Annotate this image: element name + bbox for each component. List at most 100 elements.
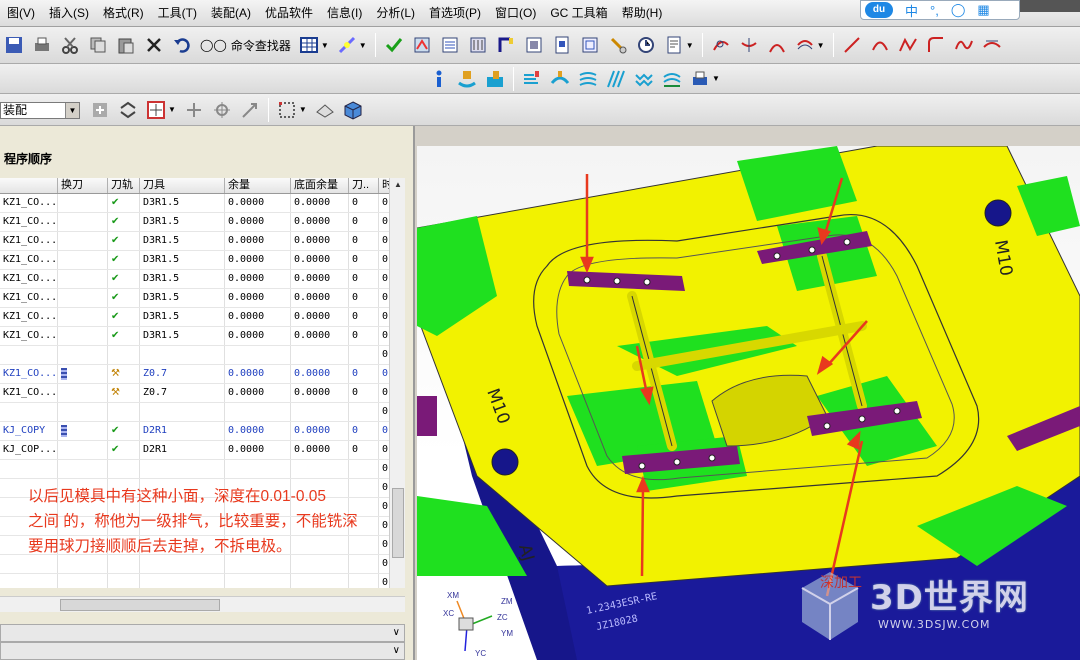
printer-icon[interactable] — [688, 67, 712, 91]
curve-on-surface-icon[interactable] — [709, 33, 733, 57]
menu-item[interactable]: GC 工具箱 — [543, 0, 614, 27]
program-view-icon[interactable] — [522, 33, 546, 57]
print-icon[interactable] — [30, 33, 54, 57]
diagonal-hatch-icon[interactable] — [604, 67, 628, 91]
chevron-down-icon[interactable]: ▼ — [168, 105, 176, 114]
column-header[interactable]: 刀轨 — [108, 178, 140, 193]
table-row[interactable]: KZ1_CO... ✔ D3R1.5 0.0000 0.0000 0 0 — [0, 194, 405, 213]
menu-item[interactable]: 插入(S) — [42, 0, 96, 27]
vector-icon[interactable] — [238, 98, 262, 122]
toolpath-list-icon[interactable] — [438, 33, 462, 57]
polyline-icon[interactable] — [896, 33, 920, 57]
column-header[interactable]: 刀具 — [140, 178, 225, 193]
menu-item[interactable]: 优品软件 — [258, 0, 320, 27]
verify-toolpath-icon[interactable] — [382, 33, 406, 57]
info-icon[interactable] — [427, 67, 451, 91]
scroll-up-icon[interactable]: ▲ — [390, 178, 406, 192]
wave-finish-icon[interactable] — [632, 67, 656, 91]
column-header[interactable]: 底面余量 — [291, 178, 349, 193]
face-milling-icon[interactable] — [455, 67, 479, 91]
isoparametric-icon[interactable] — [737, 33, 761, 57]
menu-item[interactable]: 装配(A) — [204, 0, 258, 27]
snap-icon[interactable] — [335, 33, 359, 57]
table-row[interactable]: 0 — [0, 574, 405, 588]
report-icon[interactable] — [662, 33, 686, 57]
chevron-down-icon[interactable]: ▼ — [299, 105, 307, 114]
table-row[interactable]: KZ1_CO... ✔ D3R1.5 0.0000 0.0000 0 0 — [0, 232, 405, 251]
column-header[interactable]: 余量 — [225, 178, 291, 193]
table-row[interactable]: KZ1_CO... ✔ D3R1.5 0.0000 0.0000 0 0 — [0, 251, 405, 270]
table-row[interactable]: KZ1_CO... ✔ D3R1.5 0.0000 0.0000 0 0 — [0, 327, 405, 346]
menu-item[interactable]: 图(V) — [0, 0, 42, 27]
chevron-down-icon[interactable]: ▼ — [817, 41, 825, 50]
table-row[interactable]: KZ1_CO... ✔ D3R1.5 0.0000 0.0000 0 0 — [0, 308, 405, 327]
save-icon[interactable] — [2, 33, 26, 57]
geometry-view-icon[interactable] — [578, 33, 602, 57]
cavity-mill-icon[interactable] — [483, 67, 507, 91]
table-row[interactable]: KZ1_CO... ⚒ Z0.7 0.0000 0.0000 0 0 — [0, 365, 405, 384]
machine-tool-icon[interactable] — [494, 33, 518, 57]
chevron-down-icon[interactable]: ▼ — [712, 74, 720, 83]
offset-curve-icon[interactable] — [793, 33, 817, 57]
table-row[interactable]: KJ_COP... ✔ D2R1 0.0000 0.0000 0 0 — [0, 441, 405, 460]
grid-icon[interactable]: ▦ — [977, 2, 989, 18]
table-row[interactable]: 0 — [0, 460, 405, 479]
table-row[interactable]: KZ1_CO... ⚒ Z0.7 0.0000 0.0000 0 0 — [0, 384, 405, 403]
chevron-down-icon[interactable]: ▼ — [359, 41, 367, 50]
spline-icon[interactable] — [952, 33, 976, 57]
menu-item[interactable]: 信息(I) — [320, 0, 369, 27]
table-row[interactable]: 0 — [0, 346, 405, 365]
menu-item[interactable]: 分析(L) — [369, 0, 422, 27]
undo-icon[interactable] — [170, 33, 194, 57]
shaded-cube-icon[interactable] — [341, 98, 365, 122]
generate-toolpath-icon[interactable] — [410, 33, 434, 57]
menu-item[interactable]: 帮助(H) — [615, 0, 670, 27]
box-select-icon[interactable] — [275, 98, 299, 122]
postprocess-icon[interactable] — [466, 33, 490, 57]
chevron-down-icon[interactable]: ∨ — [393, 627, 400, 638]
layout-grid-icon[interactable] — [297, 33, 321, 57]
flowcut-icon[interactable] — [660, 67, 684, 91]
snap-point-icon[interactable] — [144, 98, 168, 122]
column-header[interactable]: 刀.. — [349, 178, 379, 193]
table-row[interactable]: KZ1_CO... ✔ D3R1.5 0.0000 0.0000 0 0 — [0, 289, 405, 308]
command-finder-button[interactable]: ◯◯ 命令查找器 — [196, 37, 295, 54]
ime-symbols[interactable]: °, — [930, 3, 939, 18]
scroll-thumb[interactable] — [60, 599, 220, 611]
copy-icon[interactable] — [86, 33, 110, 57]
arc-icon[interactable] — [868, 33, 892, 57]
streamline-icon[interactable] — [576, 67, 600, 91]
fillet-icon[interactable] — [924, 33, 948, 57]
point-constructor-icon[interactable] — [182, 98, 206, 122]
contour-area-icon[interactable] — [548, 67, 572, 91]
time-icon[interactable] — [634, 33, 658, 57]
horizontal-scrollbar[interactable] — [0, 596, 405, 612]
delete-icon[interactable] — [142, 33, 166, 57]
assembly-dropdown[interactable]: 装配 ▼ — [0, 102, 80, 119]
tool-view-icon[interactable] — [606, 33, 630, 57]
chevron-down-icon[interactable]: ▼ — [321, 41, 329, 50]
zlevel-icon[interactable] — [520, 67, 544, 91]
column-header[interactable]: 换刀 — [58, 178, 108, 193]
chevron-down-icon[interactable]: ▼ — [686, 41, 694, 50]
move-component-icon[interactable] — [116, 98, 140, 122]
table-row[interactable]: 0 — [0, 403, 405, 422]
menu-item[interactable]: 窗口(O) — [488, 0, 543, 27]
details-panel-header[interactable]: ∨ — [0, 624, 405, 642]
paste-icon[interactable] — [114, 33, 138, 57]
menu-item[interactable]: 工具(T) — [151, 0, 204, 27]
chevron-down-icon[interactable]: ∨ — [393, 645, 400, 656]
trim-curve-icon[interactable] — [980, 33, 1004, 57]
assembly-nav-icon[interactable] — [88, 98, 112, 122]
cut-icon[interactable] — [58, 33, 82, 57]
user-icon[interactable]: ◯ — [951, 2, 966, 18]
dependencies-panel-header[interactable]: ∨ — [0, 642, 405, 660]
menu-item[interactable]: 首选项(P) — [422, 0, 488, 27]
ime-toolbar[interactable]: du 中 °, ◯ ▦ — [860, 0, 1020, 20]
ime-mode[interactable]: 中 — [905, 1, 918, 20]
table-row[interactable]: KZ1_CO... ✔ D3R1.5 0.0000 0.0000 0 0 — [0, 270, 405, 289]
chevron-down-icon[interactable]: ▼ — [65, 103, 79, 118]
column-header[interactable] — [0, 178, 58, 193]
table-row[interactable]: KZ1_CO... ✔ D3R1.5 0.0000 0.0000 0 0 — [0, 213, 405, 232]
method-view-icon[interactable] — [550, 33, 574, 57]
